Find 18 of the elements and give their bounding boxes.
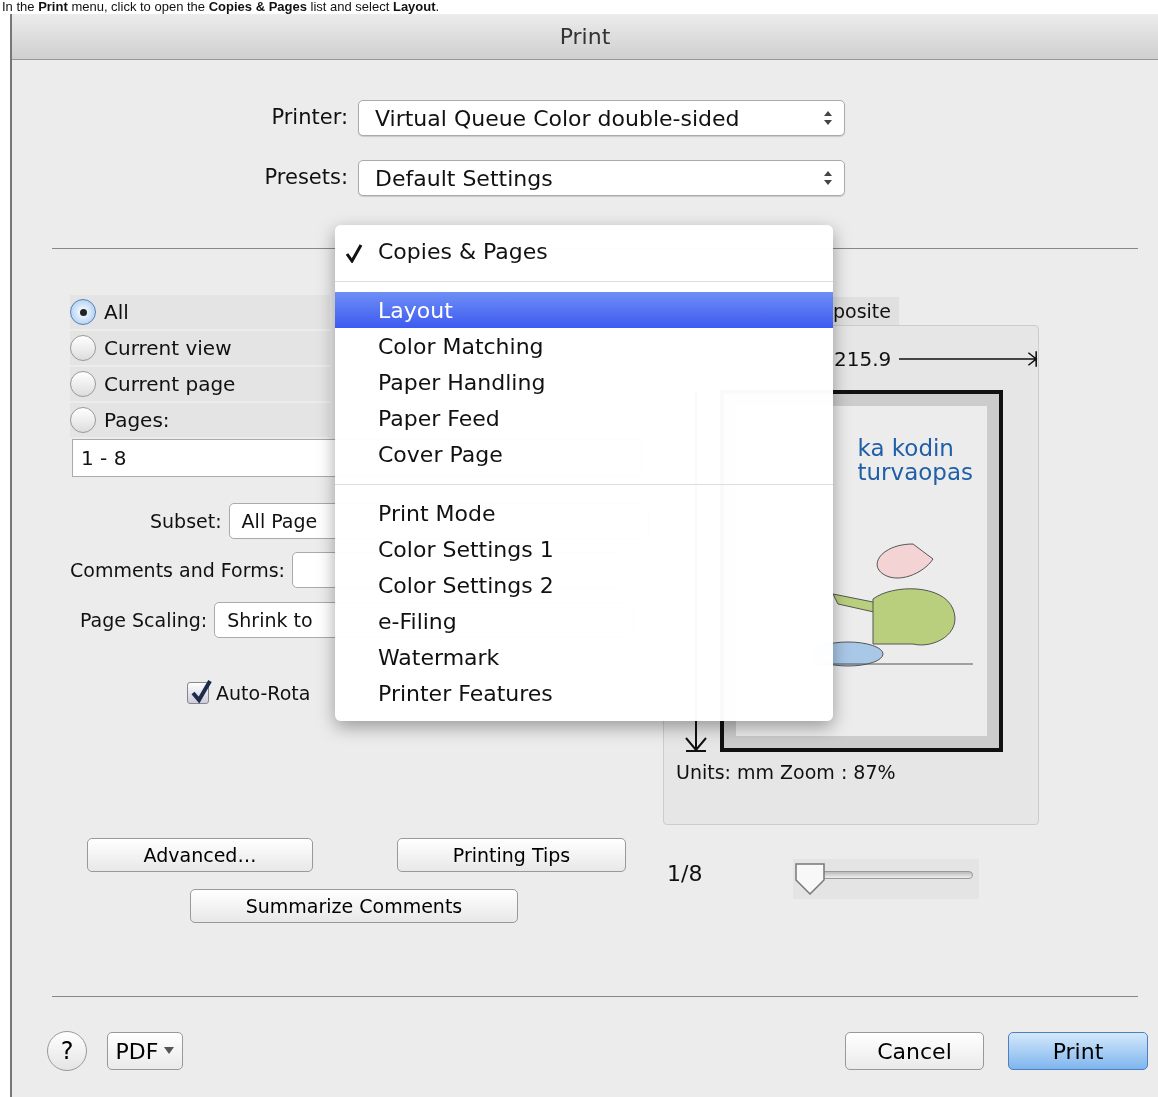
units-zoom-label: Units: mm Zoom : 87% (676, 760, 897, 785)
presets-label: Presets: (263, 164, 348, 192)
width-dimension: 215.9 (834, 346, 892, 373)
page-indicator: 1/8 (666, 859, 704, 888)
radio-label: Current view (104, 335, 232, 362)
radio-label: Current page (104, 371, 236, 398)
printer-label: Printer: (270, 104, 348, 132)
document-title: ka kodin (857, 436, 955, 460)
instruction-caption: In the Print menu, click to open the Copies & Pages list and select Layout. (1, 0, 441, 14)
radio-label: Pages: (104, 407, 170, 434)
page-scaling-label: Page Scaling: (80, 607, 208, 633)
comments-forms-label: Comments and Forms: (70, 557, 285, 583)
window-title: Print (559, 23, 611, 51)
document-title: turvaopas (857, 460, 973, 484)
radio-label: All (104, 299, 129, 326)
subset-label: Subset: (150, 508, 222, 534)
preview-header: posite (833, 297, 899, 325)
auto-rotate-label: Auto-Rota (216, 680, 311, 706)
